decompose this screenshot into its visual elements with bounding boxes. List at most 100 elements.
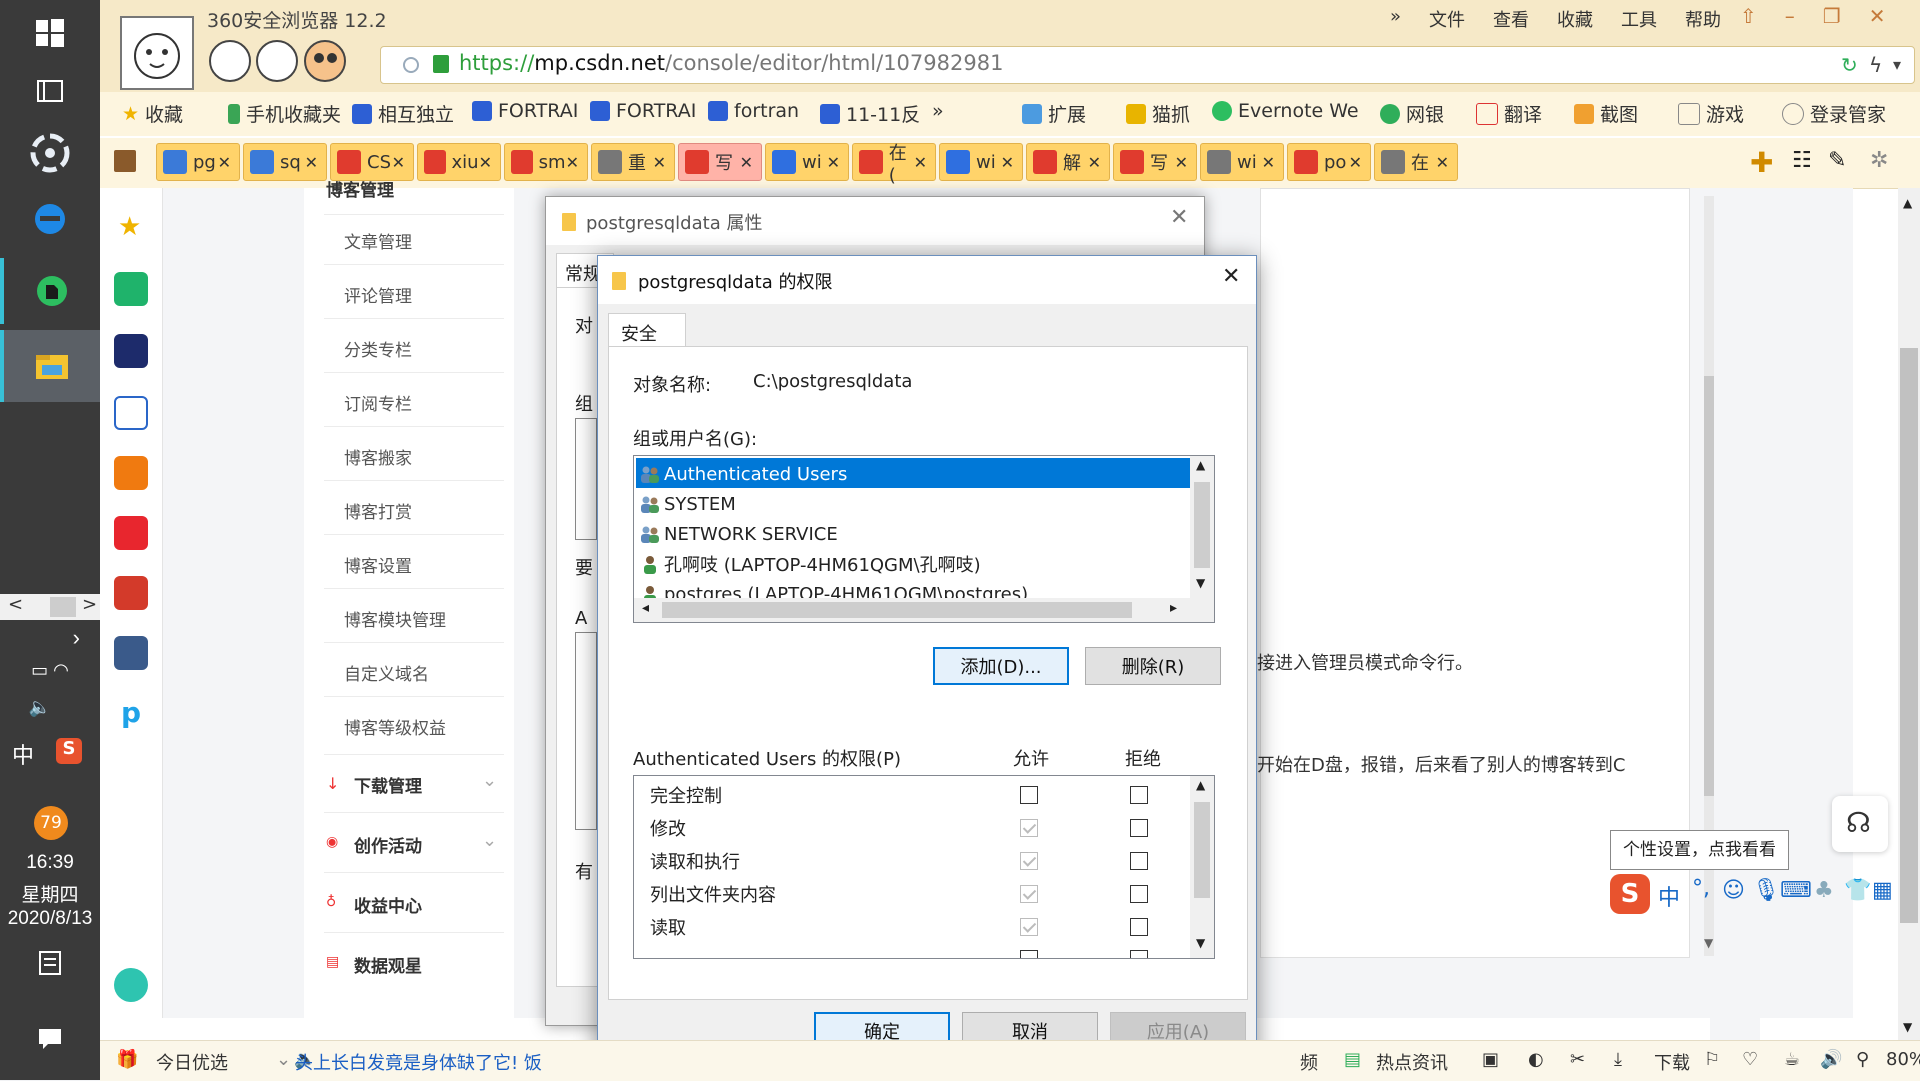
browser-tab[interactable]: wi ✕ bbox=[765, 143, 849, 181]
close-tab-icon[interactable]: ✕ bbox=[1262, 153, 1275, 172]
temperature-badge[interactable]: 79 bbox=[34, 806, 68, 840]
bookmark-item[interactable]: FORTRAI bbox=[472, 100, 578, 122]
ime-keyboard-icon[interactable]: ⌨ bbox=[1780, 878, 1812, 903]
bookmark-item[interactable]: FORTRAI bbox=[590, 100, 696, 122]
scroll-right-icon[interactable]: ▸ bbox=[1170, 600, 1177, 616]
bookmark-item[interactable]: fortran bbox=[708, 100, 799, 122]
battery-wifi-icons[interactable]: ▭ ◠ bbox=[0, 660, 100, 681]
nav-group-downloads[interactable]: 下载管理 bbox=[354, 772, 422, 797]
taskbar-scroller[interactable]: < > bbox=[0, 594, 100, 620]
permissions-vscroll-thumb[interactable] bbox=[1194, 802, 1210, 898]
deny-checkbox[interactable] bbox=[1130, 950, 1148, 958]
bookmark-mobile[interactable]: 手机收藏夹 bbox=[228, 100, 341, 127]
ime-chinese-mode[interactable]: 中 bbox=[1658, 880, 1680, 912]
volume-icon[interactable]: 🔊 bbox=[1820, 1049, 1842, 1070]
deny-checkbox[interactable] bbox=[1130, 852, 1148, 870]
bookmark-favorites[interactable]: ★ 收藏 bbox=[122, 100, 183, 127]
menu-tools[interactable]: 工具 bbox=[1621, 6, 1657, 32]
users-hscrollbar[interactable]: ◂ ▸ bbox=[634, 598, 1214, 622]
news-app-icon[interactable] bbox=[114, 334, 148, 368]
deny-checkbox[interactable] bbox=[1130, 786, 1148, 804]
menu-view[interactable]: 查看 bbox=[1493, 6, 1529, 32]
nav-item-articles[interactable]: 文章管理 bbox=[344, 228, 412, 253]
close-tab-icon[interactable]: ✕ bbox=[1088, 153, 1101, 172]
catch-button[interactable]: 猫抓 bbox=[1126, 100, 1190, 127]
browser-tab[interactable]: po ✕ bbox=[1287, 143, 1371, 181]
image-icon[interactable]: ▣ bbox=[1482, 1049, 1499, 1070]
assistant-icon[interactable] bbox=[114, 968, 148, 1002]
permissions-list[interactable]: 完全控制 修改 读取和执行 列出文件夹内容 读取 ▲ ▼ bbox=[633, 775, 1215, 959]
bookmark-item[interactable]: 相互独立 bbox=[352, 100, 454, 127]
favorites-star-icon[interactable]: ★ bbox=[118, 212, 141, 242]
bookmarks-more-icon[interactable]: » bbox=[932, 100, 944, 122]
sidebar-toggle-icon[interactable] bbox=[114, 150, 136, 172]
upgrade-icon[interactable]: ⇧ bbox=[1740, 4, 1757, 28]
page-scroll-thumb[interactable] bbox=[1900, 348, 1918, 923]
browser-tab[interactable]: sq ✕ bbox=[243, 143, 327, 181]
allow-checkbox[interactable] bbox=[1020, 950, 1038, 958]
nav-group-activities[interactable]: 创作活动 bbox=[354, 832, 422, 857]
close-tab-icon[interactable]: ✕ bbox=[218, 153, 231, 172]
browser-tab[interactable]: pg ✕ bbox=[156, 143, 240, 181]
video-label[interactable]: 频 bbox=[1300, 1049, 1318, 1075]
address-bar[interactable]: https://mp.csdn.net/console/editor/html/… bbox=[380, 46, 1915, 84]
scroll-down-icon[interactable]: ▼ bbox=[1196, 936, 1205, 950]
tray-expand-icon[interactable]: › bbox=[30, 625, 80, 651]
lightning-icon[interactable]: ϟ bbox=[1869, 53, 1882, 77]
user-list-item[interactable]: NETWORK SERVICE bbox=[636, 520, 838, 548]
deny-checkbox[interactable] bbox=[1130, 885, 1148, 903]
scroll-up-icon[interactable]: ▲ bbox=[1903, 196, 1912, 210]
nav-item-categories[interactable]: 分类专栏 bbox=[344, 336, 412, 361]
scroll-down-icon[interactable]: ▼ bbox=[1903, 1020, 1912, 1034]
url-text[interactable]: https://mp.csdn.net/console/editor/html/… bbox=[459, 51, 1003, 75]
browser-tab[interactable]: 写 ✕ bbox=[678, 143, 762, 181]
close-tab-icon[interactable]: ✕ bbox=[305, 153, 318, 172]
browser-tab[interactable]: 重 ✕ bbox=[591, 143, 675, 181]
allow-checkbox[interactable] bbox=[1020, 819, 1038, 837]
browser-tab[interactable]: xiu ✕ bbox=[417, 143, 501, 181]
browser-tab[interactable]: 解 ✕ bbox=[1026, 143, 1110, 181]
clock-weekday[interactable]: 星期四 bbox=[0, 880, 100, 907]
close-tab-icon[interactable]: ✕ bbox=[827, 153, 840, 172]
sogou-ime-icon[interactable]: S bbox=[56, 738, 82, 764]
close-tab-icon[interactable]: ✕ bbox=[1349, 153, 1362, 172]
chevron-down-icon[interactable]: ⌄ bbox=[482, 770, 497, 791]
close-icon[interactable]: ✕ bbox=[1170, 205, 1188, 230]
scroll-right-icon[interactable]: > bbox=[82, 594, 97, 615]
chevron-down-icon[interactable]: ⌄ bbox=[482, 830, 497, 851]
deny-checkbox[interactable] bbox=[1130, 918, 1148, 936]
login-manager-button[interactable]: 登录管家 bbox=[1782, 100, 1886, 127]
nav-item-modules[interactable]: 博客模块管理 bbox=[344, 606, 446, 631]
nav-item-subscriptions[interactable]: 订阅专栏 bbox=[344, 390, 412, 415]
allow-checkbox[interactable] bbox=[1020, 852, 1038, 870]
news-ticker[interactable]: 头上长白发竟是身体缺了它! 饭 bbox=[295, 1049, 542, 1075]
zoom-level[interactable]: 80% bbox=[1886, 1049, 1920, 1070]
scroll-left-icon[interactable]: < bbox=[8, 594, 23, 615]
close-tab-icon[interactable]: ✕ bbox=[740, 153, 753, 172]
address-dropdown-icon[interactable]: ▾ bbox=[1893, 55, 1901, 74]
nav-item-comments[interactable]: 评论管理 bbox=[344, 282, 412, 307]
screenshot-button[interactable]: 截图 bbox=[1574, 100, 1638, 127]
allow-checkbox[interactable] bbox=[1020, 786, 1038, 804]
nav-item-tips[interactable]: 博客打赏 bbox=[344, 498, 412, 523]
nav-item-level[interactable]: 博客等级权益 bbox=[344, 714, 446, 739]
scroll-up-icon[interactable]: ▲ bbox=[1196, 778, 1205, 792]
user-list-item[interactable]: 孔啊吱 (LAPTOP-4HM61QGM\孔啊吱) bbox=[636, 550, 981, 578]
ime-users-icon[interactable]: ♣ bbox=[1814, 878, 1834, 903]
customer-service-button[interactable]: ☊ bbox=[1832, 796, 1888, 852]
mail-icon[interactable] bbox=[114, 272, 148, 306]
browser-tab[interactable]: 写 ✕ bbox=[1113, 143, 1197, 181]
ime-skin-icon[interactable]: 👕 bbox=[1844, 878, 1871, 903]
browser-tab[interactable]: 在 ✕ bbox=[1374, 143, 1458, 181]
windows-start-icon[interactable] bbox=[0, 0, 100, 66]
allow-checkbox[interactable] bbox=[1020, 918, 1038, 936]
close-tab-icon[interactable]: ✕ bbox=[1001, 153, 1014, 172]
menu-file[interactable]: 文件 bbox=[1429, 6, 1465, 32]
minimize-icon[interactable]: – bbox=[1785, 4, 1795, 28]
close-tab-icon[interactable]: ✕ bbox=[392, 153, 405, 172]
ime-punctuation-icon[interactable]: °, bbox=[1692, 876, 1710, 901]
scroll-left-icon[interactable]: ◂ bbox=[642, 600, 649, 616]
users-hscroll-thumb[interactable] bbox=[662, 602, 1132, 618]
clock-date[interactable]: 2020/8/13 bbox=[0, 908, 100, 930]
tools-icon[interactable]: ✂ bbox=[1570, 1049, 1585, 1070]
